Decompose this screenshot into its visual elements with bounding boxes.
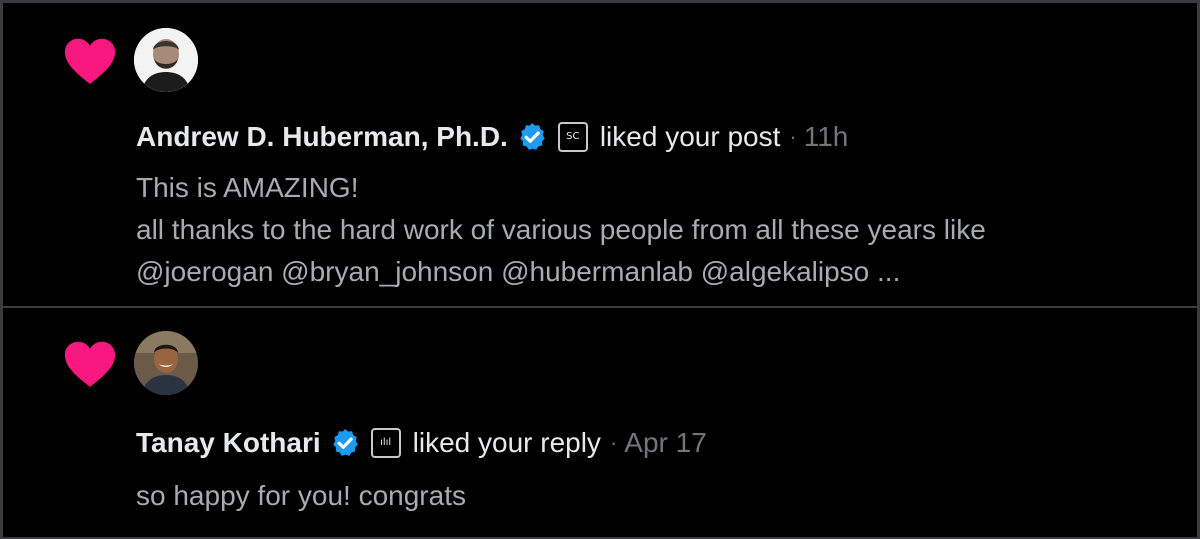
timestamp[interactable]: 11h — [804, 121, 849, 153]
timestamp[interactable]: Apr 17 — [624, 427, 707, 459]
avatar[interactable] — [134, 331, 198, 395]
affiliate-badge[interactable]: SC — [557, 122, 588, 152]
avatar-image — [134, 331, 198, 395]
notification-header: Tanay Kothari ılıl liked your reply · Ap… — [136, 423, 707, 463]
avatar-image — [134, 28, 198, 92]
notification-header: Andrew D. Huberman, Ph.D. SC liked your … — [136, 117, 848, 157]
verified-badge-icon[interactable] — [516, 121, 548, 153]
separator-dot: · — [609, 430, 618, 455]
heart-icon — [64, 341, 116, 387]
notification-action: liked your post — [599, 121, 781, 152]
user-name[interactable]: Tanay Kothari — [136, 427, 321, 459]
affiliate-badge[interactable]: ılıl — [370, 428, 401, 458]
notifications-feed: Andrew D. Huberman, Ph.D. SC liked your … — [0, 0, 1200, 539]
avatar[interactable] — [134, 28, 198, 92]
post-text-line: @joerogan @bryan_johnson @hubermanlab @a… — [136, 256, 901, 287]
separator-dot: · — [789, 124, 797, 149]
post-preview[interactable]: so happy for you! congrats — [136, 475, 466, 517]
notification-item[interactable]: Andrew D. Huberman, Ph.D. SC liked your … — [3, 3, 1197, 308]
post-preview[interactable]: This is AMAZING! all thanks to the hard … — [136, 167, 986, 293]
user-name[interactable]: Andrew D. Huberman, Ph.D. — [136, 121, 508, 153]
heart-icon — [64, 38, 116, 84]
notification-item[interactable]: Tanay Kothari ılıl liked your reply · Ap… — [3, 310, 1197, 539]
notification-action: liked your reply — [412, 427, 601, 458]
verified-badge-icon[interactable] — [329, 427, 361, 459]
post-text-line: so happy for you! congrats — [136, 480, 466, 511]
post-text-line: This is AMAZING! — [136, 172, 359, 203]
post-text-line: all thanks to the hard work of various p… — [136, 214, 986, 245]
